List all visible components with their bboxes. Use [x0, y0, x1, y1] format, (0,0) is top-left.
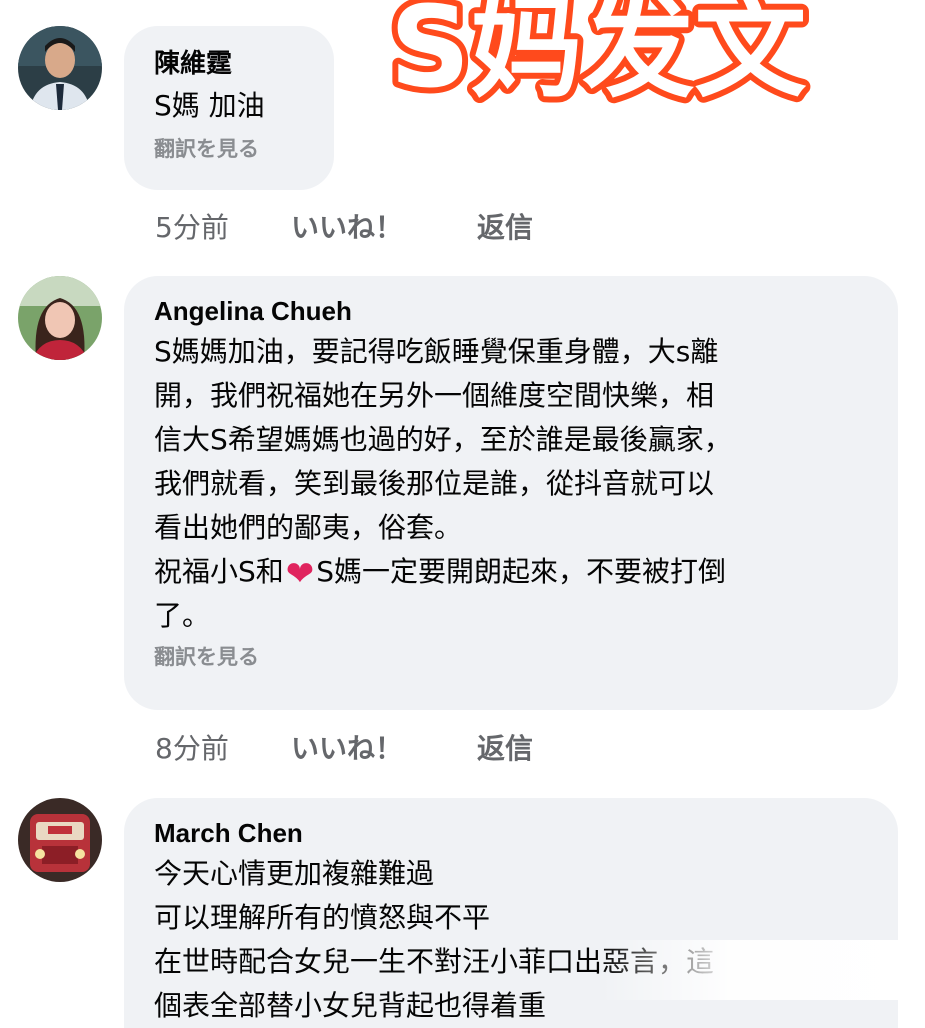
comment-bubble: Angelina Chueh S媽媽加油，要記得吃飯睡覺保重身體，大s離 開，我… — [124, 276, 898, 710]
comment-actions: 8分前 いいね！ 返信 — [155, 727, 533, 767]
like-button[interactable]: いいね！ — [291, 727, 477, 767]
overlay-title-text: S妈发文 — [390, 0, 807, 113]
red-heart-icon: ❤ — [285, 554, 315, 594]
overlay-title-sticker: S妈发文 — [384, 0, 813, 118]
comment-author[interactable]: March Chen — [154, 816, 870, 850]
commenter-avatar[interactable] — [18, 798, 102, 882]
comment-text-part: S媽媽加油，要記得吃飯睡覺保重身體，大s離 開，我們祝福她在另外一個維度空間快樂… — [154, 335, 732, 588]
comment-text: S媽 加油 — [154, 89, 265, 122]
comment-author[interactable]: 陳維霆 — [154, 46, 306, 80]
reply-button[interactable]: 返信 — [477, 727, 533, 767]
comment-text: S媽媽加油，要記得吃飯睡覺保重身體，大s離 開，我們祝福她在另外一個維度空間快樂… — [154, 330, 870, 638]
comment-bubble: 陳維霆 S媽 加油 翻訳を見る — [124, 26, 334, 190]
man-portrait-avatar-icon — [18, 26, 102, 110]
see-translation-link[interactable]: 翻訳を見る — [154, 642, 870, 672]
comment-author[interactable]: Angelina Chueh — [154, 294, 870, 328]
watermark-fade — [600, 940, 925, 1000]
commenter-avatar[interactable] — [18, 276, 102, 360]
reply-button[interactable]: 返信 — [477, 206, 533, 246]
comment-actions: 5分前 いいね！ 返信 — [155, 206, 533, 246]
vintage-bus-avatar-icon — [18, 798, 102, 882]
see-translation-link[interactable]: 翻訳を見る — [154, 134, 306, 164]
comment-timestamp[interactable]: 5分前 — [155, 206, 291, 246]
woman-portrait-avatar-icon — [18, 276, 102, 360]
like-button[interactable]: いいね！ — [291, 206, 477, 246]
commenter-avatar[interactable] — [18, 26, 102, 110]
comment-timestamp[interactable]: 8分前 — [155, 727, 291, 767]
